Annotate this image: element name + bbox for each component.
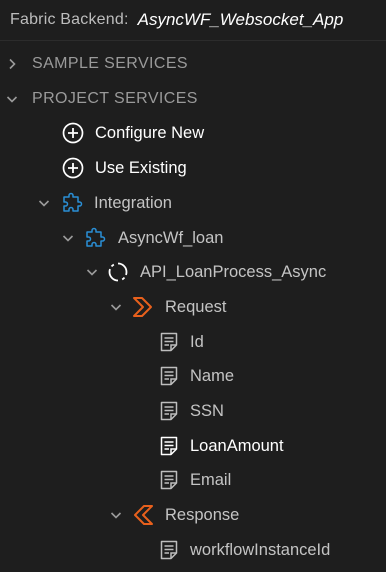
- puzzle-icon: [60, 191, 84, 215]
- chevron-down-icon[interactable]: [37, 196, 51, 210]
- tree-item-label: PROJECT SERVICES: [32, 90, 198, 107]
- tree-item-label: Response: [165, 505, 240, 524]
- chevron-right-icon[interactable]: [5, 57, 19, 71]
- tree-item-label: Integration: [94, 193, 172, 212]
- tree-item-label: API_LoanProcess_Async: [140, 262, 327, 281]
- tree-item-field[interactable]: Email: [0, 463, 386, 497]
- chevron-down-icon[interactable]: [109, 508, 123, 522]
- tree-item-service[interactable]: AsyncWf_loan: [0, 221, 386, 255]
- chevron-down-icon[interactable]: [85, 265, 99, 279]
- tree-item-response[interactable]: Response: [0, 498, 386, 532]
- use-existing-button[interactable]: Use Existing: [0, 151, 386, 185]
- tree-item-sample-services[interactable]: SAMPLE SERVICES: [0, 47, 386, 81]
- app-name[interactable]: AsyncWF_Websocket_App: [138, 10, 344, 30]
- request-chevron-icon: [131, 295, 155, 319]
- tree-item-label: SSN: [190, 401, 224, 420]
- document-icon: [157, 538, 181, 562]
- document-icon: [157, 399, 181, 423]
- plus-circle-icon: [61, 121, 85, 145]
- sync-icon: [106, 260, 130, 284]
- use-existing-label: Use Existing: [95, 158, 187, 177]
- chevron-down-icon[interactable]: [61, 231, 75, 245]
- tree-item-operation[interactable]: API_LoanProcess_Async: [0, 255, 386, 289]
- configure-new-label: Configure New: [95, 123, 205, 142]
- chevron-down-icon[interactable]: [5, 92, 19, 106]
- tree-item-field[interactable]: Name: [0, 359, 386, 393]
- tree-item-label: Name: [190, 366, 235, 385]
- document-icon: [157, 330, 181, 354]
- tree-item-label: Id: [190, 332, 204, 351]
- tree-item-field[interactable]: SSN: [0, 394, 386, 428]
- tree-item-integration[interactable]: Integration: [0, 186, 386, 220]
- tree-item-request[interactable]: Request: [0, 290, 386, 324]
- puzzle-icon: [83, 226, 107, 250]
- tree-item-label: LoanAmount: [190, 436, 284, 455]
- tree-item-field[interactable]: Id: [0, 325, 386, 359]
- tree-item-project-services[interactable]: PROJECT SERVICES: [0, 82, 386, 116]
- configure-new-button[interactable]: Configure New: [0, 116, 386, 150]
- plus-circle-icon: [61, 156, 85, 180]
- tree-item-label: SAMPLE SERVICES: [32, 55, 188, 72]
- document-icon: [157, 364, 181, 388]
- chevron-down-icon[interactable]: [109, 300, 123, 314]
- tree-item-field-selected[interactable]: LoanAmount: [0, 429, 386, 463]
- tree-item-label: AsyncWf_loan: [118, 228, 224, 247]
- tree-item-label: Email: [190, 470, 232, 489]
- document-icon: [157, 468, 181, 492]
- header-divider: [0, 40, 386, 41]
- response-chevron-icon: [131, 503, 155, 527]
- tree-item-label: workflowInstanceId: [190, 540, 331, 559]
- tree-item-field[interactable]: workflowInstanceId: [0, 533, 386, 567]
- header-label: Fabric Backend:: [10, 11, 129, 28]
- document-icon: [157, 434, 181, 458]
- fabric-backend-header: Fabric Backend: AsyncWF_Websocket_App: [0, 0, 386, 40]
- tree-item-label: Request: [165, 297, 227, 316]
